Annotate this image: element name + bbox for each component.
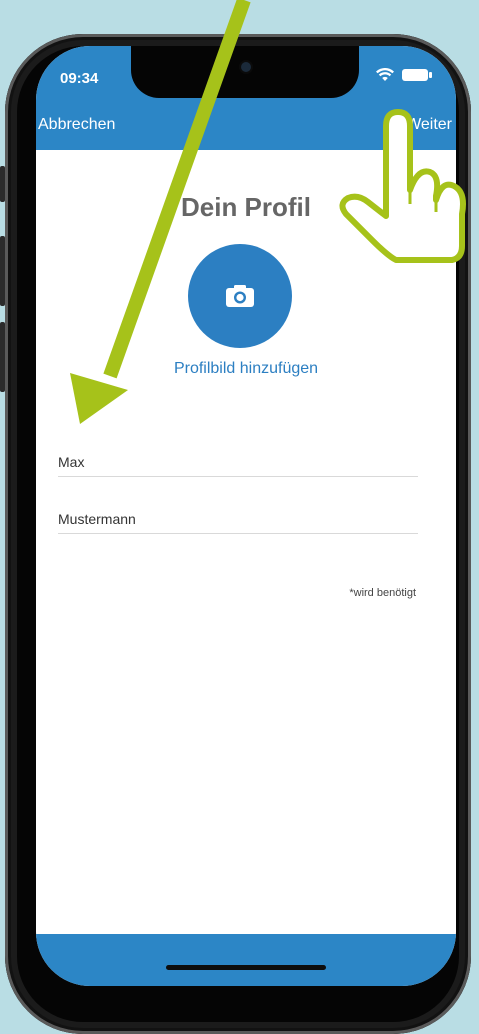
- volume-down-button: [0, 322, 5, 392]
- cancel-button[interactable]: Abbrechen: [38, 116, 115, 134]
- required-note: *wird benötigt: [349, 587, 416, 599]
- next-button[interactable]: Weiter: [406, 116, 452, 134]
- add-photo-link[interactable]: Profilbild hinzufügen: [36, 360, 456, 378]
- status-icons: [376, 68, 432, 82]
- page-title: Dein Profil: [180, 192, 311, 222]
- volume-up-button: [0, 236, 5, 306]
- battery-icon: [402, 69, 432, 81]
- first-name-value: Max: [58, 454, 85, 470]
- mute-switch: [0, 166, 5, 202]
- add-photo-button[interactable]: [188, 244, 292, 348]
- notch: [131, 46, 359, 98]
- last-name-value: Mustermann: [58, 511, 136, 527]
- status-time: 09:34: [60, 70, 99, 87]
- stage: 09:34 Abbrechen Weiter Dein Profil Profi…: [0, 0, 479, 1034]
- home-indicator[interactable]: [166, 965, 326, 970]
- camera-icon: [226, 285, 254, 307]
- first-name-field[interactable]: Max: [58, 446, 418, 477]
- front-camera: [241, 62, 251, 72]
- phone-screen: 09:34 Abbrechen Weiter Dein Profil Profi…: [36, 46, 456, 986]
- last-name-field[interactable]: Mustermann: [58, 503, 418, 534]
- wifi-icon: [376, 68, 394, 81]
- bottom-bar: [36, 934, 456, 986]
